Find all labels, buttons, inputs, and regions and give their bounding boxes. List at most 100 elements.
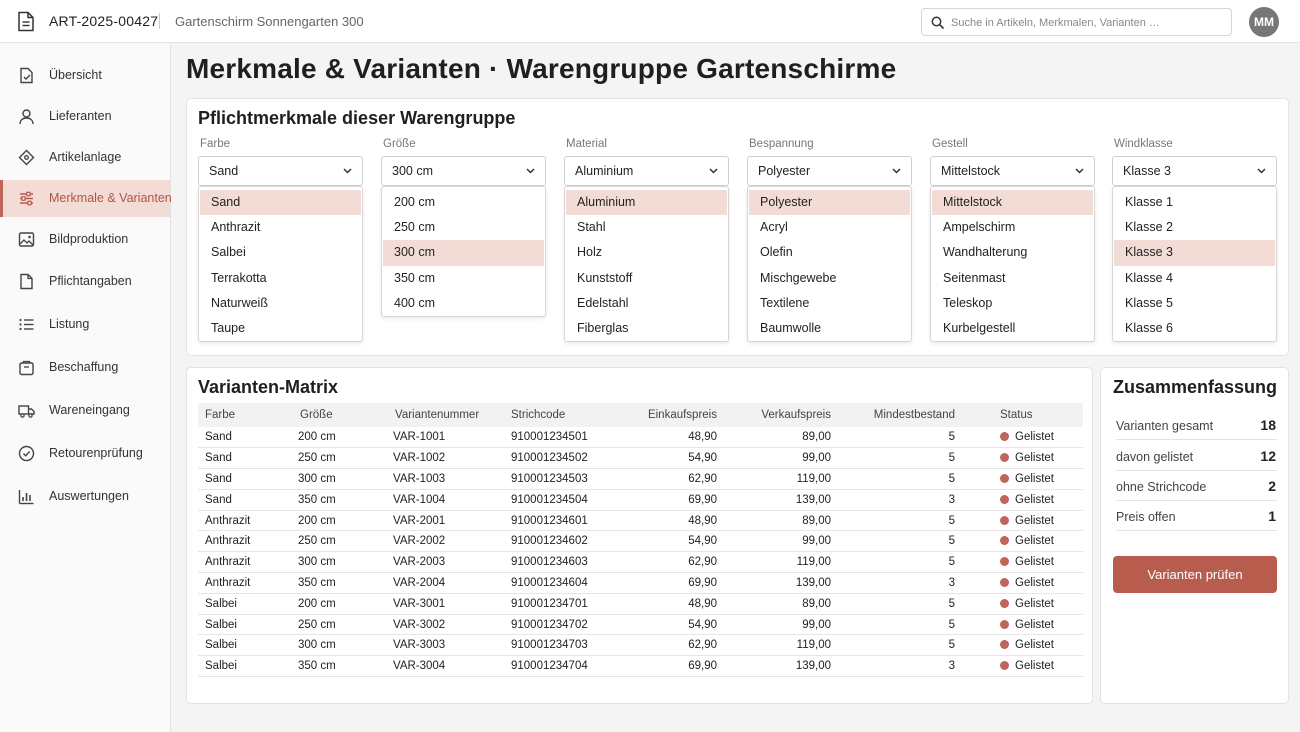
dropdown-option[interactable]: Mittelstock [932, 190, 1093, 216]
attribute-select-groesse[interactable]: 300 cm [381, 156, 546, 186]
dropdown-option[interactable]: Teleskop [932, 291, 1093, 316]
table-row[interactable]: Sand 200 cm VAR-1001 910001234501 48,90 89,00… [198, 427, 1083, 449]
table-cell: 200 cm [295, 510, 390, 532]
table-row[interactable]: Salbei 250 cm VAR-3002 910001234702 54,90 99,… [198, 614, 1083, 636]
dropdown-option[interactable]: 350 cm [383, 266, 544, 291]
dropdown-option[interactable]: Naturweiß [200, 291, 361, 316]
table-row[interactable]: Sand 350 cm VAR-1004 910001234504 69,90 139,0… [198, 489, 1083, 511]
sidebar-item-pflichtangaben[interactable]: Pflichtangaben [0, 263, 170, 300]
table-cell: Anthrazit [198, 572, 295, 594]
dropdown-option[interactable]: Klasse 1 [1114, 190, 1275, 215]
status-badge: Gelistet [1015, 618, 1054, 631]
table-row[interactable]: Anthrazit 300 cm VAR-2003 910001234603 62,90… [198, 551, 1083, 574]
column-header-strichcode[interactable]: Strichcode [511, 403, 619, 427]
dropdown-option[interactable]: 250 cm [383, 215, 544, 240]
dropdown-option[interactable]: 300 cm [383, 240, 544, 266]
dropdown-option[interactable]: Fiberglas [566, 316, 727, 341]
status-dot-icon [1000, 432, 1009, 442]
table-cell: Gelistet [955, 489, 1083, 511]
attribute-select-windklasse[interactable]: Klasse 3 [1112, 156, 1277, 186]
dropdown-option[interactable]: Kunststoff [566, 266, 727, 291]
sidebar-item-label: Wareneingang [49, 403, 130, 417]
table-cell: 350 cm [295, 655, 390, 678]
dropdown-option[interactable]: Holz [566, 240, 727, 265]
sidebar-item-listung[interactable]: Listung [0, 306, 170, 343]
status-dot-icon [1000, 577, 1009, 587]
dropdown-option[interactable]: Anthrazit [200, 215, 361, 240]
dropdown-option[interactable]: Textilene [749, 291, 910, 316]
summary-row: ohne Strichcode 2 [1116, 471, 1277, 501]
dropdown-option[interactable]: Olefin [749, 240, 910, 265]
sidebar-item-bildproduktion[interactable]: Bildproduktion [0, 221, 170, 258]
sidebar-item-wareneingang[interactable]: Wareneingang [0, 392, 170, 429]
dropdown-option[interactable]: Seitenmast [932, 266, 1093, 291]
sidebar-item-auswertungen[interactable]: Auswertungen [0, 478, 170, 515]
table-cell: 119,00 [717, 551, 831, 574]
status-badge: Gelistet [1015, 514, 1054, 527]
sidebar-item-lieferanten[interactable]: Lieferanten [0, 98, 170, 135]
column-header-mindestbestand[interactable]: Mindestbestand [831, 403, 955, 427]
column-header-farbe[interactable]: Farbe [198, 403, 295, 427]
table-cell: Anthrazit [198, 510, 295, 532]
dropdown-option[interactable]: Taupe [200, 316, 361, 341]
sidebar-item-uebersicht[interactable]: Übersicht [0, 57, 170, 94]
search-input[interactable] [951, 14, 1223, 31]
dropdown-option[interactable]: Stahl [566, 215, 727, 240]
check-variants-button[interactable]: Varianten prüfen [1113, 556, 1277, 593]
dropdown-option[interactable]: Klasse 4 [1114, 266, 1275, 291]
table-cell: VAR-1002 [390, 447, 511, 470]
attribute-select-bespannung[interactable]: Polyester [747, 156, 912, 186]
status-dot-icon [1000, 453, 1009, 463]
column-header-verkaufspreis[interactable]: Verkaufspreis [717, 403, 831, 427]
table-row[interactable]: Anthrazit 200 cm VAR-2001 910001234601 48,90… [198, 510, 1083, 532]
dropdown-option[interactable]: Baumwolle [749, 316, 910, 341]
status-dot-icon [1000, 640, 1009, 650]
table-row[interactable]: Salbei 350 cm VAR-3004 910001234704 69,90 139… [198, 655, 1083, 678]
dropdown-option[interactable]: Kurbelgestell [932, 316, 1093, 341]
table-cell: 99,00 [717, 530, 831, 553]
table-cell: Gelistet [955, 510, 1083, 532]
sidebar-item-retourenpruefung[interactable]: Retourenprüfung [0, 435, 170, 472]
dropdown-option[interactable]: Acryl [749, 215, 910, 240]
dropdown-option[interactable]: Klasse 2 [1114, 215, 1275, 240]
attribute-select-material[interactable]: Aluminium [564, 156, 729, 186]
dropdown-option[interactable]: 400 cm [383, 291, 544, 316]
dropdown-option[interactable]: Wandhalterung [932, 240, 1093, 265]
table-row[interactable]: Salbei 300 cm VAR-3003 910001234703 62,90 119… [198, 634, 1083, 657]
sidebar-item-beschaffung[interactable]: Beschaffung [0, 349, 170, 386]
table-row[interactable]: Sand 300 cm VAR-1003 910001234503 62,90 119,0… [198, 468, 1083, 490]
dropdown-option[interactable]: Edelstahl [566, 291, 727, 316]
dropdown-option[interactable]: Klasse 5 [1114, 291, 1275, 316]
attribute-select-gestell[interactable]: Mittelstock [930, 156, 1095, 186]
table-row[interactable]: Sand 250 cm VAR-1002 910001234502 54,90 99,00… [198, 447, 1083, 470]
dropdown-option[interactable]: 200 cm [383, 190, 544, 215]
attribute-select-farbe[interactable]: Sand [198, 156, 363, 186]
dropdown-option[interactable]: Polyester [749, 190, 910, 216]
dropdown-option[interactable]: Aluminium [566, 190, 727, 216]
table-row[interactable]: Anthrazit 250 cm VAR-2002 910001234602 54,90… [198, 530, 1083, 553]
dropdown-option[interactable]: Ampelschirm [932, 215, 1093, 240]
dropdown-option[interactable]: Sand [200, 190, 361, 216]
column-header-groesse[interactable]: Größe [295, 403, 390, 427]
column-header-einkaufspreis[interactable]: Einkaufspreis [619, 403, 717, 427]
column-header-status[interactable]: Status [955, 403, 1083, 427]
column-header-variantennummer[interactable]: Variantenummer [390, 403, 511, 427]
dropdown-option[interactable]: Klasse 6 [1114, 316, 1275, 341]
table-cell: 200 cm [295, 427, 390, 449]
table-cell: 139,00 [717, 655, 831, 678]
dropdown-option[interactable]: Mischgewebe [749, 266, 910, 291]
header-divider [159, 13, 160, 29]
dropdown-option[interactable]: Terrakotta [200, 266, 361, 291]
attribute-select-value: Aluminium [575, 164, 634, 178]
user-avatar[interactable]: MM [1249, 7, 1279, 37]
search-box[interactable] [921, 8, 1232, 36]
dropdown-option[interactable]: Klasse 3 [1114, 240, 1275, 266]
table-row[interactable]: Salbei 200 cm VAR-3001 910001234701 48,90 89,… [198, 593, 1083, 615]
table-cell: 99,00 [717, 447, 831, 470]
sidebar-item-artikelanlage[interactable]: Artikelanlage [0, 139, 170, 176]
table-row[interactable]: Anthrazit 350 cm VAR-2004 910001234604 69,90… [198, 572, 1083, 594]
table-cell: 69,90 [619, 489, 717, 511]
sidebar-item-merkmale-varianten[interactable]: Merkmale & Varianten [0, 180, 172, 217]
tag-icon [18, 149, 35, 166]
dropdown-option[interactable]: Salbei [200, 240, 361, 265]
